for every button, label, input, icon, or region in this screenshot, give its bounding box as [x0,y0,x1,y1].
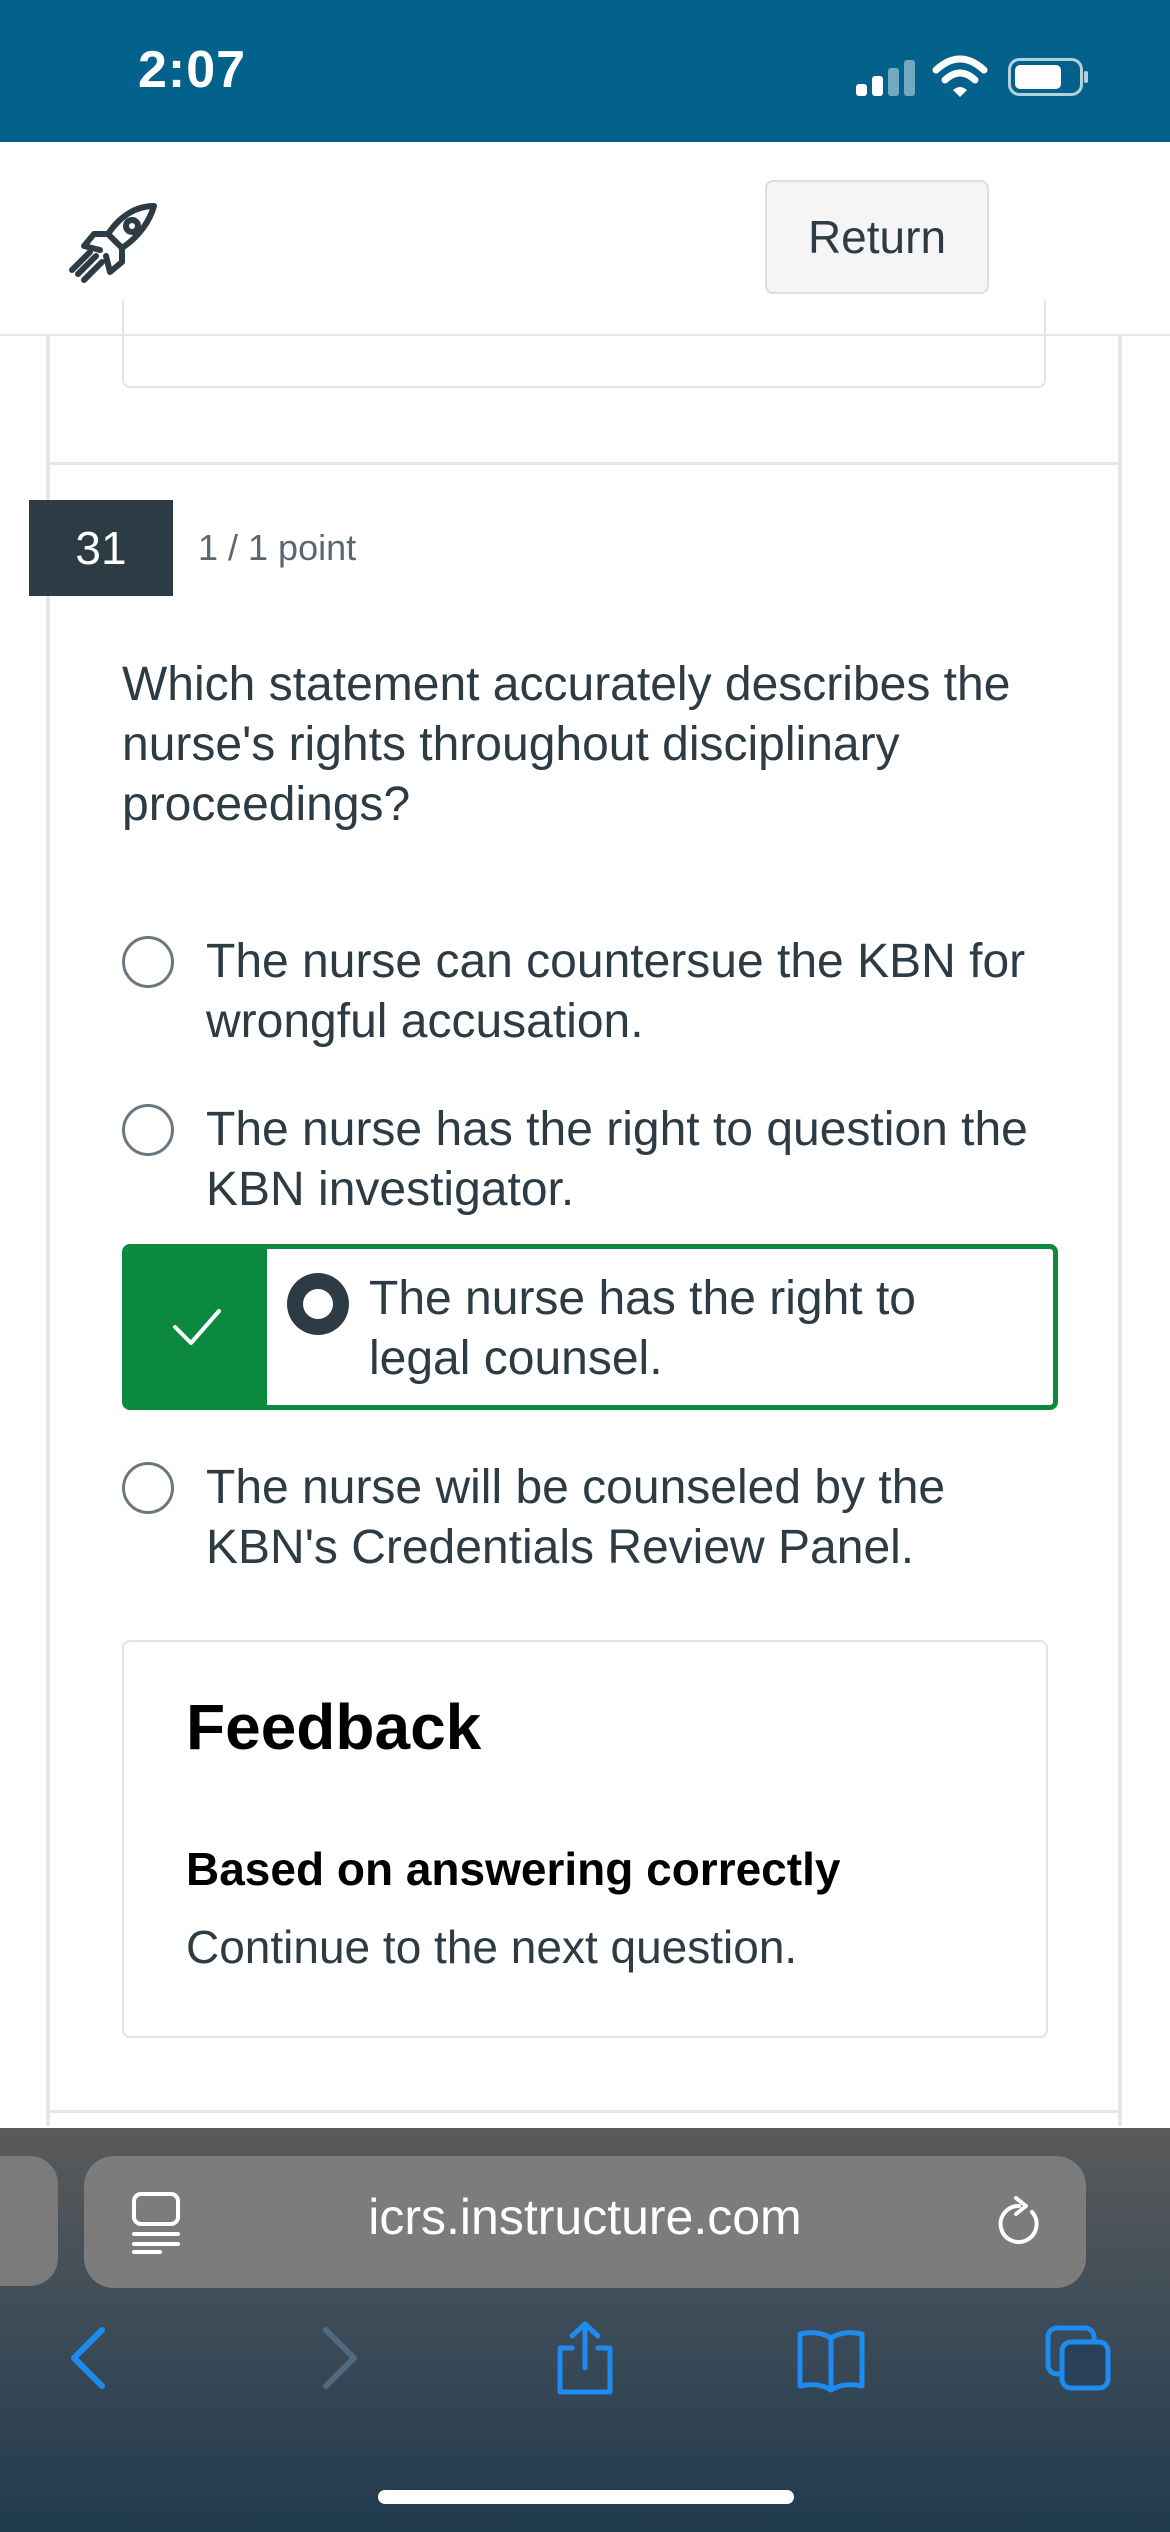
answer-option-text: The nurse will be counseled by the KBN's… [206,1461,946,1574]
feedback-text: Continue to the next question. [186,1921,798,1973]
cellular-signal-icon [856,58,916,96]
question-divider [50,2110,1118,2113]
correct-answer-flag [127,1249,267,1405]
home-indicator [378,2490,794,2504]
question-number: 31 [29,500,173,596]
feedback-title: Feedback [186,1691,482,1763]
bookmarks-icon[interactable] [796,2320,866,2396]
content-frame-left [46,336,50,2126]
checkmark-icon [173,1309,221,1345]
answer-option-text: The nurse has the right to question the … [206,1103,1028,1216]
wifi-icon [932,55,988,97]
question-divider [50,462,1118,465]
back-icon[interactable] [54,2320,124,2396]
share-icon[interactable] [550,2320,620,2396]
address-url[interactable]: icrs.instructure.com [200,2188,970,2246]
battery-icon [1008,58,1088,96]
answer-option-text: The nurse can countersue the KBN for wro… [206,935,1026,1048]
rocket-icon[interactable] [66,200,166,284]
radio-button[interactable] [122,936,174,988]
content-frame-right [1118,336,1122,2126]
status-time: 2:07 [138,41,247,99]
feedback-panel: Feedback Based on answering correctly Co… [122,1640,1048,2038]
forward-icon[interactable] [304,2320,374,2396]
return-button[interactable]: Return [765,180,989,294]
previous-feedback-box [122,300,1046,388]
question-points: 1 / 1 point [198,527,357,568]
reload-icon[interactable] [994,2196,1044,2250]
tabs-icon[interactable] [1044,2320,1114,2396]
radio-button[interactable] [122,1462,174,1514]
feedback-subtitle: Based on answering correctly [186,1843,841,1895]
previous-tab-preview[interactable] [0,2156,58,2286]
reader-mode-icon[interactable] [128,2190,184,2254]
radio-button-selected[interactable] [287,1273,349,1335]
answer-option-text: The nurse has the right to legal counsel… [369,1272,916,1385]
question-text: Which statement accurately describes the… [122,658,1011,831]
radio-button[interactable] [122,1104,174,1156]
correct-answer-option[interactable]: The nurse has the right to legal counsel… [122,1244,1058,1410]
